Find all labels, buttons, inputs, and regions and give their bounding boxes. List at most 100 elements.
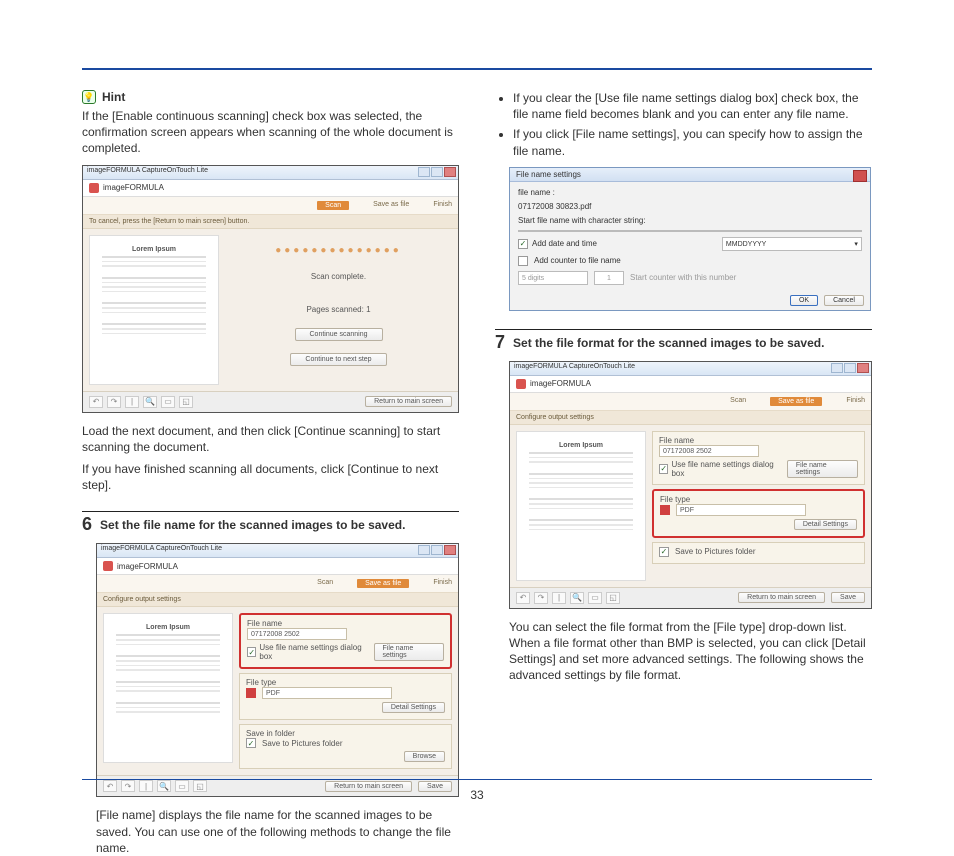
screenshot-file-name: imageFORMULA CaptureOnTouch Lite imageFO… [96, 543, 459, 797]
preview-title: Lorem Ipsum [116, 624, 220, 631]
save-button[interactable]: Save [831, 592, 865, 603]
bottom-toolbar: ↶ ↷ | 🔍 ▭ ◱ Return to main screen [83, 391, 458, 412]
use-dialog-checkbox[interactable]: ✓ [659, 464, 668, 474]
crumb-save: Save as file [357, 579, 409, 588]
brand-logo-icon [516, 379, 526, 389]
filename-value: 07172008 30823.pdf [518, 202, 862, 211]
breadcrumb: Scan Save as file Finish [510, 393, 871, 411]
step-title: Set the file name for the scanned images… [100, 518, 405, 532]
detail-settings-button[interactable]: Detail Settings [794, 519, 857, 530]
file-name-input[interactable]: 07172008 2502 [247, 628, 347, 640]
settings-pane: File name 07172008 2502 ✓ Use file name … [239, 613, 452, 769]
subheader-text: Configure output settings [510, 411, 871, 425]
ok-button[interactable]: OK [790, 295, 818, 306]
window-title: imageFORMULA CaptureOnTouch Lite [87, 167, 208, 174]
file-type-select[interactable]: PDF [262, 687, 392, 699]
page-preview: Lorem Ipsum [103, 613, 233, 763]
counter-start-input[interactable]: 1 [594, 271, 624, 285]
close-icon[interactable] [853, 170, 867, 182]
zoom-full-icon: ◱ [606, 592, 620, 604]
browse-button[interactable]: Browse [404, 751, 445, 762]
zoom-fit-icon: ▭ [588, 592, 602, 604]
file-type-label: File type [660, 495, 857, 504]
save-folder-value: Save to Pictures folder [262, 739, 342, 748]
crumb-finish: Finish [433, 579, 452, 588]
page-content: 💡 Hint If the [Enable continuous scannin… [82, 90, 872, 778]
save-folder-checkbox[interactable]: ✓ [246, 738, 256, 748]
add-date-checkbox[interactable]: ✓ [518, 239, 528, 249]
use-dialog-checkbox[interactable]: ✓ [247, 647, 256, 657]
toolbar-icons: ↶ ↷ | 🔍 ▭ ◱ [89, 396, 193, 408]
lightbulb-icon: 💡 [82, 90, 96, 104]
start-string-input[interactable] [518, 230, 862, 232]
zoom-full-icon: ◱ [179, 396, 193, 408]
crumb-scan: Scan [730, 397, 746, 406]
brand-logo-icon [89, 183, 99, 193]
pdf-icon [660, 505, 670, 515]
file-type-select[interactable]: PDF [676, 504, 806, 516]
crumb-finish: Finish [433, 201, 452, 210]
screenshot-file-format: imageFORMULA CaptureOnTouch Lite imageFO… [509, 361, 872, 609]
crumb-scan: Scan [317, 201, 349, 210]
breadcrumb: Scan Save as file Finish [83, 197, 458, 215]
settings-pane: File name 07172008 2502 ✓ Use file name … [652, 431, 865, 581]
add-counter-label: Add counter to file name [534, 256, 621, 265]
bullet-list: If you clear the [Use file name settings… [495, 90, 872, 159]
shot-body: Lorem Ipsum File name 07172008 2502 [510, 425, 871, 587]
save-folder-value: Save to Pictures folder [675, 547, 755, 556]
breadcrumb: Scan Save as file Finish [97, 575, 458, 593]
return-main-button[interactable]: Return to main screen [365, 396, 452, 407]
brand-text: imageFORMULA [530, 379, 591, 388]
brand-text: imageFORMULA [117, 562, 178, 571]
return-main-button[interactable]: Return to main screen [738, 592, 825, 603]
window-titlebar: imageFORMULA CaptureOnTouch Lite [510, 362, 871, 376]
add-counter-checkbox[interactable] [518, 256, 528, 266]
continue-next-button[interactable]: Continue to next step [290, 353, 386, 366]
crumb-scan: Scan [317, 579, 333, 588]
crumb-save: Save as file [770, 397, 822, 406]
file-name-settings-button[interactable]: File name settings [374, 643, 445, 661]
zoom-in-icon: 🔍 [570, 592, 584, 604]
maximize-icon [431, 167, 443, 177]
detail-settings-button[interactable]: Detail Settings [382, 702, 445, 713]
step-number: 7 [495, 332, 505, 353]
date-format-select[interactable]: MMDDYYYY ▾ [722, 237, 862, 251]
file-name-label: File name [247, 619, 444, 628]
scan-complete-text: Scan complete. [311, 272, 366, 281]
rotate-left-icon: ↶ [516, 592, 530, 604]
hint-text: If the [Enable continuous scanning] chec… [82, 108, 459, 157]
continue-scanning-button[interactable]: Continue scanning [295, 328, 383, 341]
bullet-2: If you click [File name settings], you c… [513, 126, 872, 158]
save-folder-checkbox[interactable]: ✓ [659, 547, 669, 557]
digits-select[interactable]: 5 digits [518, 271, 588, 285]
cancel-button[interactable]: Cancel [824, 295, 864, 306]
page-number: 33 [0, 788, 954, 802]
dialog-title: File name settings [510, 168, 870, 182]
hint-header: 💡 Hint [82, 90, 459, 104]
chevron-down-icon: ▾ [854, 238, 858, 252]
window-title: imageFORMULA CaptureOnTouch Lite [101, 545, 222, 552]
file-name-input[interactable]: 07172008 2502 [659, 445, 759, 457]
preview-title: Lorem Ipsum [529, 442, 633, 449]
brand-bar: imageFORMULA [510, 376, 871, 393]
file-name-settings-dialog: File name settings file name : 07172008 … [509, 167, 871, 311]
after-shot1-p2: If you have finished scanning all docume… [82, 461, 459, 493]
step-number: 6 [82, 514, 92, 535]
subheader-text: Configure output settings [97, 593, 458, 607]
window-titlebar: imageFORMULA CaptureOnTouch Lite [97, 544, 458, 558]
filename-label: file name : [518, 188, 862, 197]
page-preview: Lorem Ipsum [516, 431, 646, 581]
file-name-settings-button[interactable]: File name settings [787, 460, 858, 478]
scan-status-pane: ●●●●●●●●●●●●●● Scan complete. Pages scan… [225, 235, 452, 385]
file-name-group: File name 07172008 2502 ✓ Use file name … [239, 613, 452, 669]
step-7: 7 Set the file format for the scanned im… [495, 329, 872, 353]
rotate-left-icon: ↶ [89, 396, 103, 408]
brand-logo-icon [103, 561, 113, 571]
file-type-group: File type PDF Detail Settings [239, 673, 452, 720]
rotate-right-icon: ↷ [534, 592, 548, 604]
file-name-label: File name [659, 436, 858, 445]
bullet-1: If you clear the [Use file name settings… [513, 90, 872, 122]
rotate-right-icon: ↷ [107, 396, 121, 408]
save-folder-group: ✓ Save to Pictures folder [652, 542, 865, 564]
brand-bar: imageFORMULA [83, 180, 458, 197]
